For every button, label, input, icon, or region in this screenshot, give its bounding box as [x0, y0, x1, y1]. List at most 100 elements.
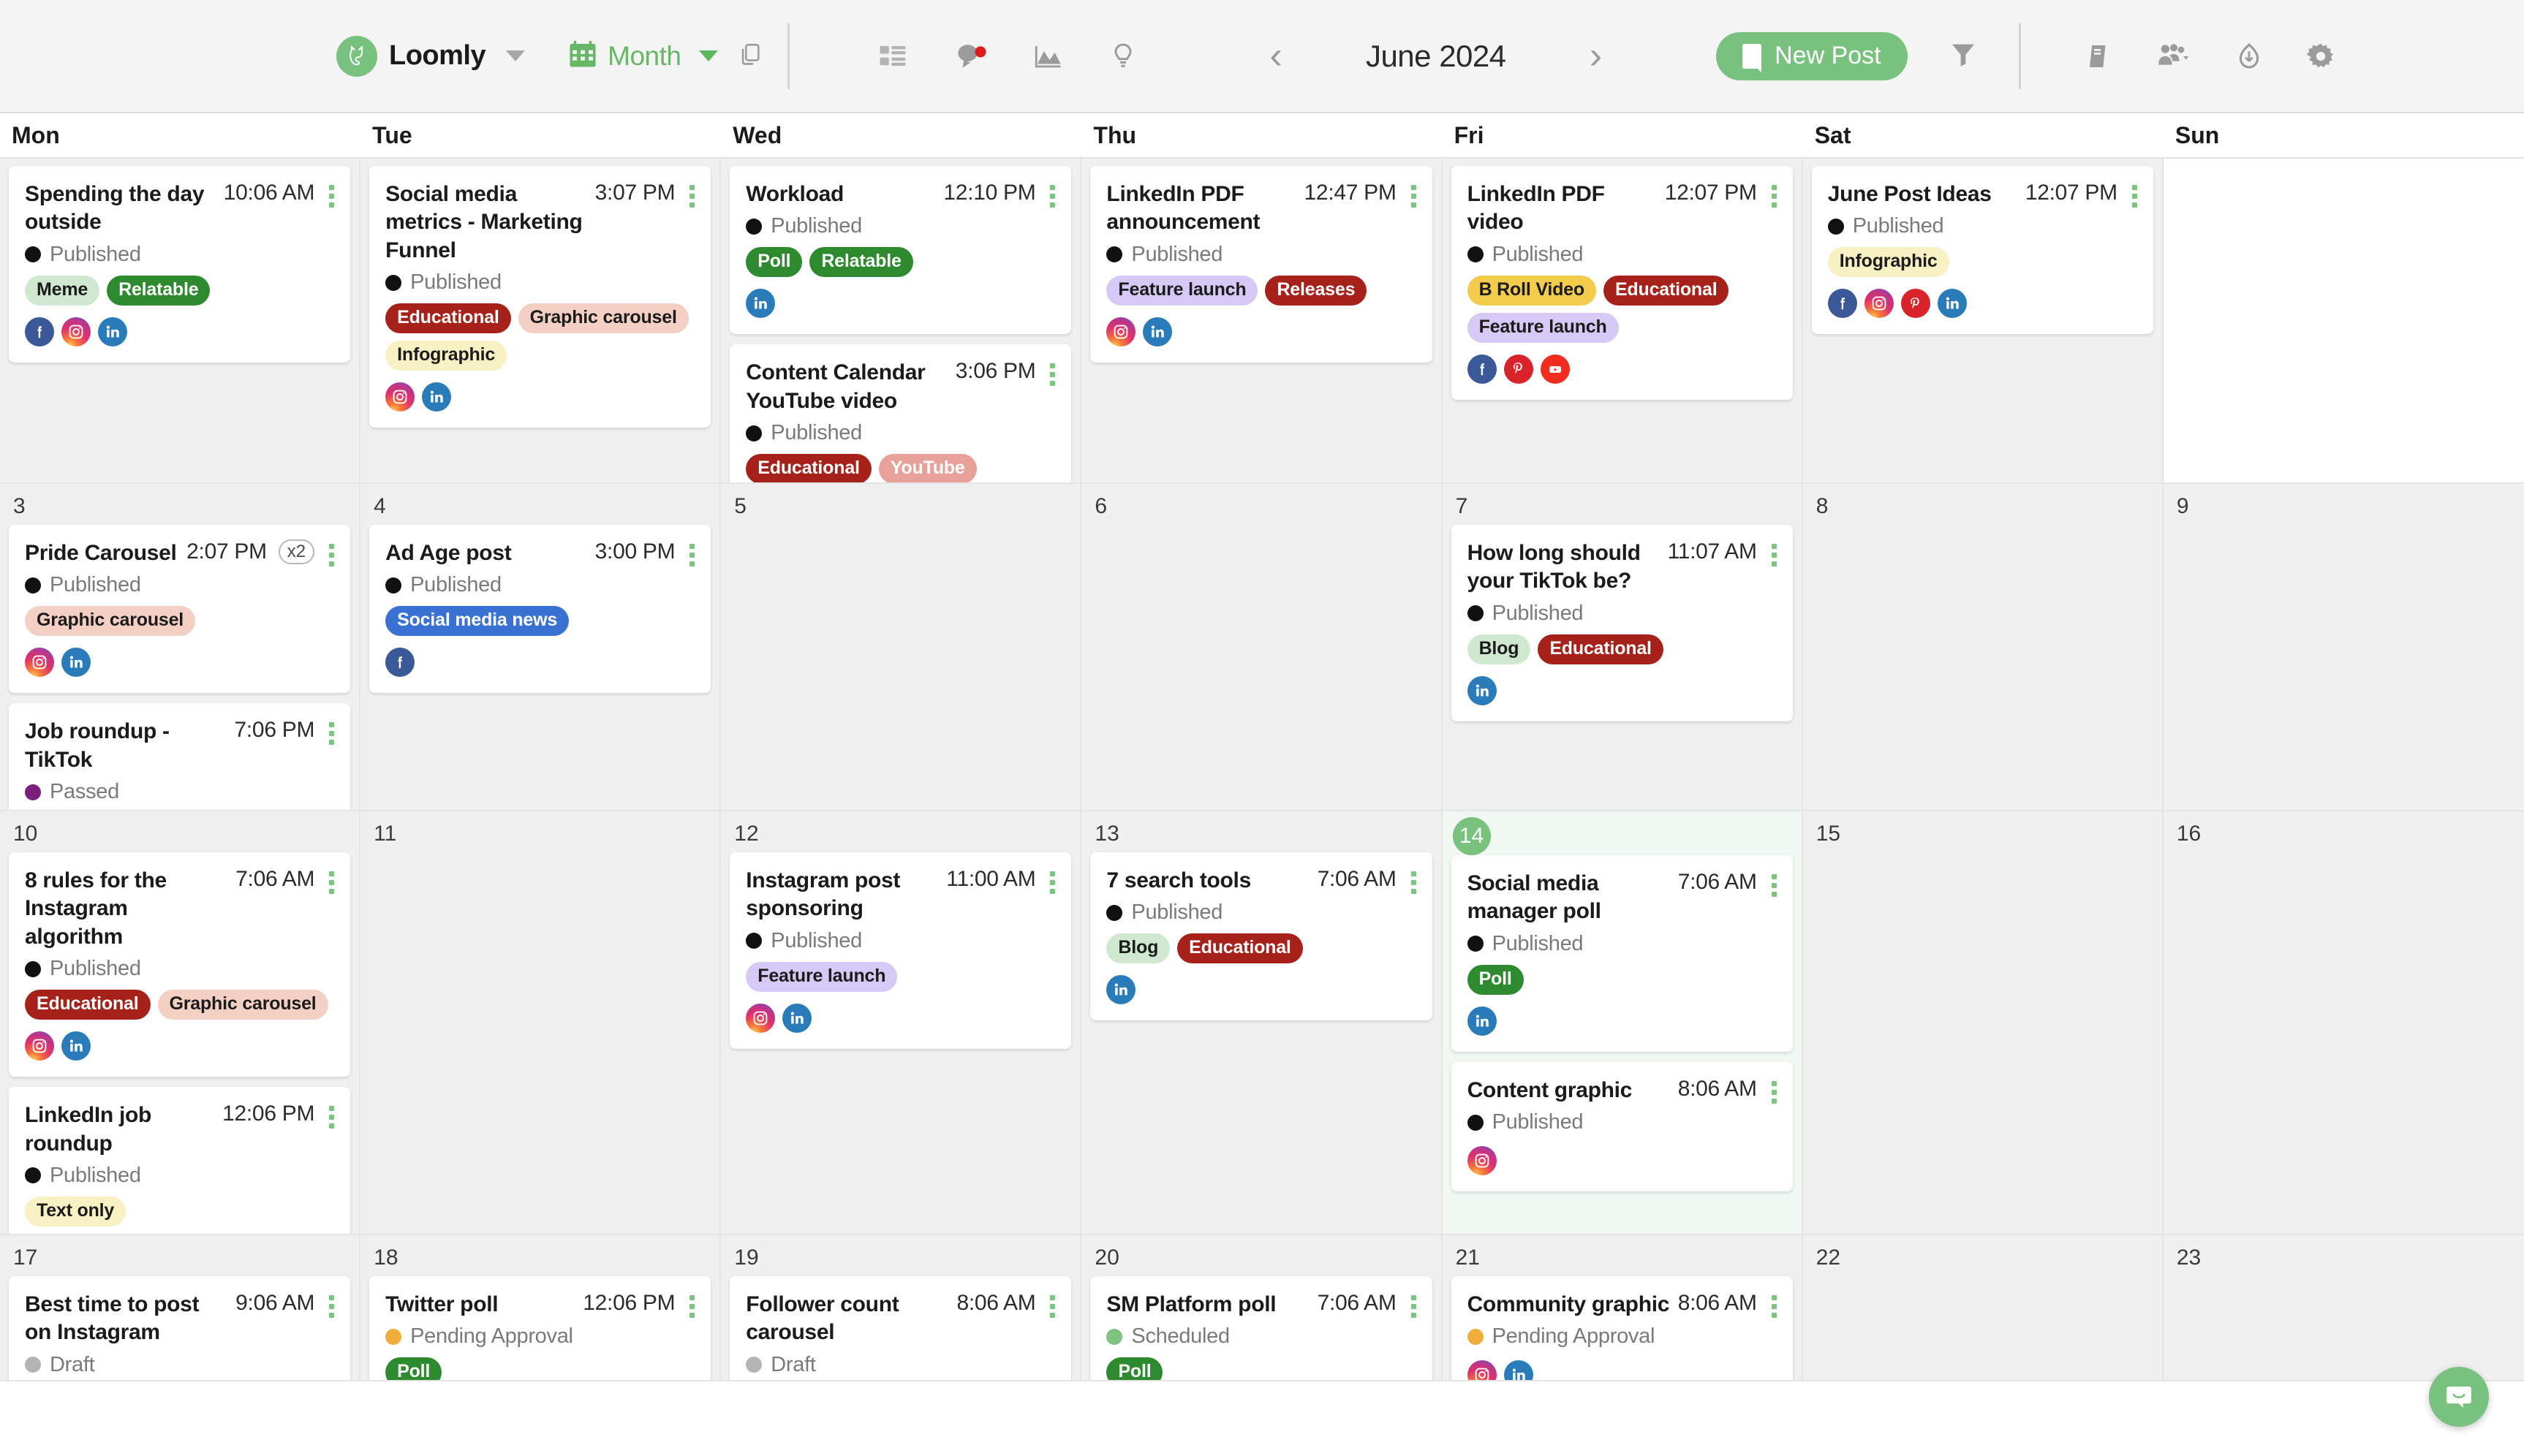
day-cell[interactable]: 23 [2163, 1235, 2524, 1380]
analytics-icon[interactable] [1032, 41, 1063, 72]
day-cell[interactable]: 16 [2163, 811, 2524, 1234]
post-title: Social media manager poll [1467, 871, 1601, 924]
day-cell[interactable]: 14 Social media manager poll 7:06 AM Publis… [1442, 811, 1803, 1234]
post-card[interactable]: Pride Carousel 2:07 PM x2 Published Graphic … [9, 525, 351, 694]
post-menu-icon[interactable] [329, 718, 335, 746]
post-menu-icon[interactable] [1050, 1291, 1056, 1318]
chevron-down-icon[interactable] [699, 50, 719, 61]
day-cell[interactable]: June Post Ideas 12:07 PM Published Infograp… [1802, 159, 2164, 482]
post-menu-icon[interactable] [2131, 181, 2137, 208]
post-time: 11:07 AM [1667, 539, 1757, 564]
post-card[interactable]: Spending the day outside 10:06 AM Publishe… [9, 166, 351, 363]
facebook-icon [25, 316, 54, 346]
notifications-icon[interactable] [2234, 42, 2264, 71]
post-card[interactable]: Twitter poll 12:06 PM Pending Approval Poll [369, 1276, 711, 1380]
post-menu-icon[interactable] [329, 867, 335, 894]
day-number-spacer [1081, 159, 1440, 166]
status-dot-icon [385, 577, 402, 594]
day-cell[interactable]: LinkedIn PDF video 12:07 PM Published B Rol… [1442, 159, 1803, 482]
day-cell[interactable]: 20 SM Platform poll 7:06 AM Scheduled Poll [1081, 1235, 1443, 1380]
day-cell[interactable]: 13 7 search tools 7:06 AM Published Blog Educ… [1081, 811, 1443, 1234]
new-post-button[interactable]: New Post [1716, 31, 1908, 80]
day-cell[interactable]: 7 How long should your TikTok be? 11:07 AM… [1442, 484, 1803, 810]
chevron-down-icon[interactable] [506, 50, 526, 61]
team-icon[interactable] [2155, 42, 2192, 71]
day-cell[interactable]: 12 Instagram post sponsoring 11:00 AM Publi… [721, 811, 1082, 1234]
view-selector[interactable]: Month [567, 39, 763, 73]
day-cell[interactable] [2163, 159, 2524, 482]
post-card[interactable]: Follower count carousel 8:06 AM Draft [730, 1276, 1072, 1380]
post-menu-icon[interactable] [1050, 181, 1056, 208]
day-cell[interactable]: 6 [1081, 484, 1443, 810]
post-menu-icon[interactable] [1050, 867, 1056, 894]
day-cell[interactable]: 4 Ad Age post 3:00 PM Published Social media… [360, 484, 722, 810]
post-menu-icon[interactable] [1410, 867, 1416, 894]
post-menu-icon[interactable] [689, 1291, 695, 1318]
post-menu-icon[interactable] [1050, 359, 1056, 387]
post-card[interactable]: Instagram post sponsoring 11:00 AM Publish… [730, 852, 1072, 1049]
post-card[interactable]: LinkedIn PDF announcement 12:47 PM Publish… [1090, 166, 1432, 363]
post-menu-icon[interactable] [1771, 870, 1777, 897]
filter-icon[interactable] [1949, 39, 1978, 72]
post-card[interactable]: Job roundup - TikTok 7:06 PM Passed [9, 703, 351, 810]
post-card[interactable]: Content graphic 8:06 AM Published [1451, 1061, 1793, 1192]
post-card-list: Workload 12:10 PM Published Poll Relatable Co… [721, 166, 1080, 482]
post-card[interactable]: Ad Age post 3:00 PM Published Social media … [369, 525, 711, 694]
post-menu-icon[interactable] [1410, 1291, 1416, 1318]
post-menu-icon[interactable] [689, 539, 695, 566]
post-card[interactable]: Social media metrics - Marketing Funnel 3… [369, 166, 711, 428]
day-cell[interactable]: 21 Community graphic 8:06 AM Pending Approv… [1442, 1235, 1803, 1380]
post-menu-icon[interactable] [689, 181, 695, 208]
day-cell[interactable]: Workload 12:10 PM Published Poll Relatable Co… [721, 159, 1082, 482]
post-card[interactable]: SM Platform poll 7:06 AM Scheduled Poll [1090, 1276, 1432, 1380]
day-cell[interactable]: 3 Pride Carousel 2:07 PM x2 Published Graphic… [0, 484, 361, 810]
post-card[interactable]: 8 rules for the Instagram algorithm 7:06 … [9, 852, 351, 1077]
day-cell[interactable]: 10 8 rules for the Instagram algorithm 7:0… [0, 811, 361, 1234]
post-menu-icon[interactable] [329, 181, 335, 208]
post-card[interactable]: Workload 12:10 PM Published Poll Relatable [730, 166, 1072, 335]
post-menu-icon[interactable] [1410, 181, 1416, 208]
post-card[interactable]: June Post Ideas 12:07 PM Published Infograp… [1811, 166, 2153, 335]
day-cell[interactable]: 17 Best time to post on Instagram 9:06 AM D… [0, 1235, 361, 1380]
post-menu-icon[interactable] [329, 539, 335, 566]
post-status: Published [746, 929, 1055, 953]
day-cell[interactable]: 9 [2163, 484, 2524, 810]
library-icon[interactable] [2084, 42, 2113, 71]
post-card[interactable]: LinkedIn job roundup 12:06 PM Published Tex… [9, 1087, 351, 1234]
day-cell[interactable]: Spending the day outside 10:06 AM Publishe… [0, 159, 361, 482]
list-view-icon[interactable] [877, 41, 908, 72]
post-card[interactable]: Community graphic 8:06 AM Pending Approval [1451, 1276, 1793, 1380]
post-menu-icon[interactable] [1771, 1291, 1777, 1318]
post-menu-icon[interactable] [1771, 181, 1777, 208]
post-card[interactable]: Social media manager poll 7:06 AM Publishe… [1451, 855, 1793, 1052]
chevron-left-icon[interactable]: ‹ [1269, 37, 1282, 75]
post-menu-icon[interactable] [329, 1291, 335, 1318]
post-card[interactable]: How long should your TikTok be? 11:07 AM P… [1451, 525, 1793, 721]
post-menu-icon[interactable] [329, 1102, 335, 1129]
day-cell[interactable]: 15 [1802, 811, 2164, 1234]
post-menu-icon[interactable] [1771, 539, 1777, 566]
day-cell[interactable]: 19 Follower count carousel 8:06 AM Draft [721, 1235, 1082, 1380]
day-cell[interactable]: 8 [1802, 484, 2164, 810]
post-card[interactable]: Best time to post on Instagram 9:06 AM Dra… [9, 1276, 351, 1380]
copy-icon[interactable] [738, 42, 763, 70]
day-cell[interactable]: 18 Twitter poll 12:06 PM Pending Approval Po… [360, 1235, 722, 1380]
post-card[interactable]: Content Calendar YouTube video 3:06 PM Pub… [730, 344, 1072, 482]
post-card[interactable]: 7 search tools 7:06 AM Published Blog Educat… [1090, 852, 1432, 1021]
day-cell[interactable]: 22 [1802, 1235, 2164, 1380]
day-cell[interactable]: 5 [721, 484, 1082, 810]
post-card[interactable]: LinkedIn PDF video 12:07 PM Published B Rol… [1451, 166, 1793, 400]
post-menu-icon[interactable] [1771, 1077, 1777, 1104]
post-tag: Educational [1603, 275, 1729, 306]
comments-icon[interactable] [953, 41, 987, 72]
day-cell[interactable]: LinkedIn PDF announcement 12:47 PM Publish… [1081, 159, 1443, 482]
ideas-icon[interactable] [1108, 41, 1138, 72]
day-cell[interactable]: 11 [360, 811, 722, 1234]
post-card-header: Social media manager poll 7:06 AM [1467, 870, 1777, 926]
brand-selector[interactable]: Loomly [336, 35, 526, 77]
day-cell[interactable]: Social media metrics - Marketing Funnel 3… [360, 159, 722, 482]
chat-bubble-icon[interactable] [2429, 1367, 2489, 1427]
chevron-right-icon[interactable]: › [1590, 37, 1602, 75]
weekday-header-wed: Wed [733, 121, 782, 148]
settings-gear-icon[interactable] [2306, 42, 2335, 71]
